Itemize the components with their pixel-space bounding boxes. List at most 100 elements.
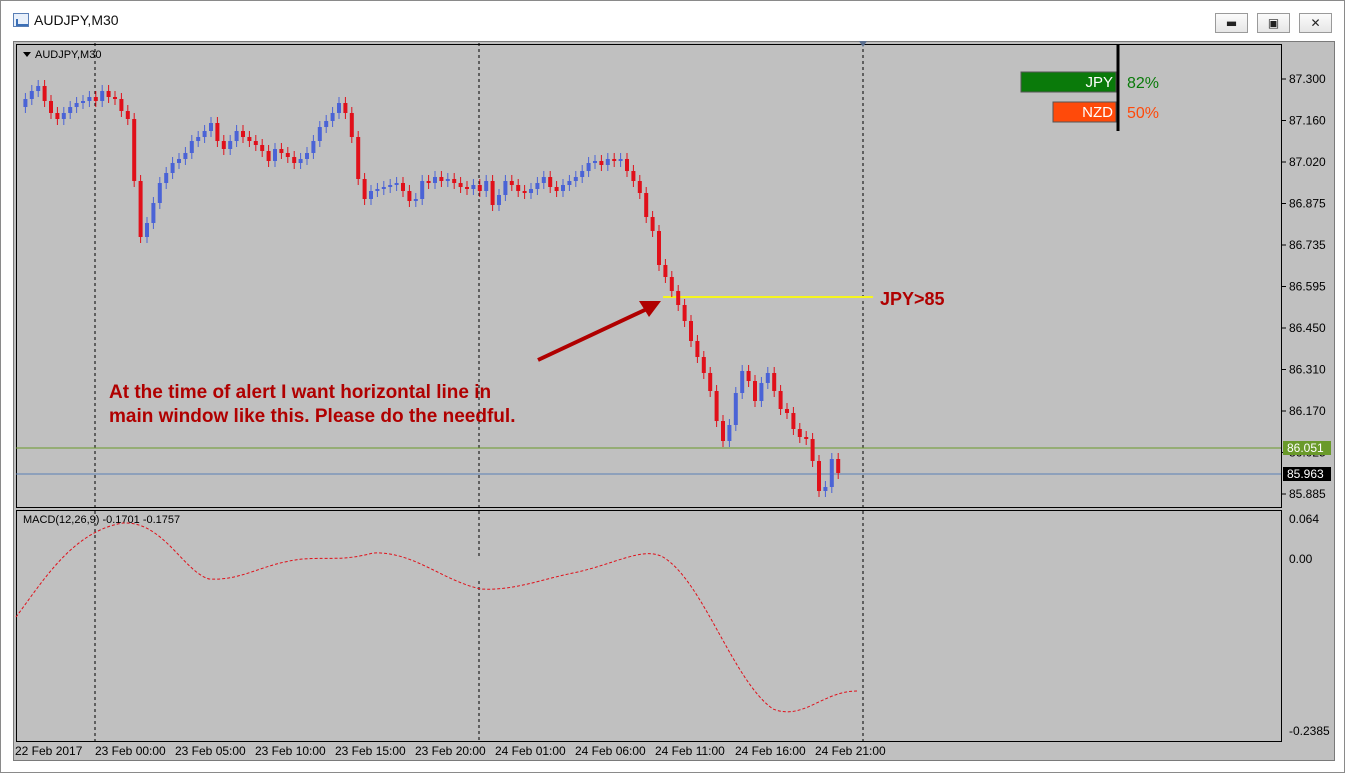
candle-body	[61, 113, 66, 119]
candle-body	[100, 91, 105, 101]
candle-body	[439, 177, 444, 181]
candle-body	[381, 187, 386, 189]
candle-body	[247, 137, 252, 141]
candle-body	[516, 185, 521, 191]
candle-body	[689, 321, 693, 341]
candle-body	[497, 195, 501, 205]
candle-body	[234, 131, 239, 141]
candle-body	[509, 181, 514, 185]
candle-body	[759, 383, 764, 401]
time-label: 24 Feb 16:00	[735, 744, 806, 758]
candle-body	[285, 153, 290, 157]
time-axis: 22 Feb 2017 23 Feb 00:00 23 Feb 05:00 23 Fe…	[15, 744, 886, 758]
candle-body	[23, 99, 28, 107]
candle-body	[407, 191, 412, 201]
candle-body	[228, 141, 233, 149]
candle-body	[586, 163, 591, 171]
candle-body	[529, 189, 533, 193]
candle-body	[676, 291, 681, 305]
candle-body	[132, 119, 137, 181]
candle-body	[477, 185, 482, 191]
candle-body	[612, 159, 617, 161]
price-tick-label: 86.735	[1289, 238, 1326, 252]
candle-body	[401, 183, 405, 191]
candle-body	[465, 187, 469, 189]
candle-body	[541, 177, 546, 183]
candle-body	[740, 371, 745, 393]
candle-body	[362, 179, 367, 199]
close-button[interactable]: ✕	[1299, 13, 1332, 33]
candle-body	[426, 181, 431, 183]
candle-body	[317, 127, 322, 141]
candle-body	[746, 371, 751, 381]
candle-body	[253, 141, 258, 145]
candle-body	[202, 131, 207, 137]
candle-body	[445, 179, 450, 181]
candle-body	[106, 91, 111, 97]
time-label: 23 Feb 15:00	[335, 744, 406, 758]
candle-body	[727, 425, 732, 441]
time-label: 24 Feb 01:00	[495, 744, 566, 758]
candle-body	[573, 177, 578, 181]
price-tick-label: 85.885	[1289, 487, 1326, 501]
candle-body	[637, 181, 642, 193]
candle-body	[42, 86, 47, 101]
nzd-strength-label: NZD	[1082, 104, 1113, 121]
time-label: 23 Feb 05:00	[175, 744, 246, 758]
candle-body	[618, 159, 623, 161]
candle-body	[580, 171, 585, 177]
macd-tick-label: 0.064	[1289, 512, 1319, 526]
candle-body	[49, 101, 53, 113]
candle-body	[490, 181, 495, 205]
candle-body	[650, 217, 655, 231]
candle-body	[829, 459, 834, 487]
candle-body	[394, 183, 399, 185]
green-level-marker-text: 86.051	[1287, 441, 1324, 455]
current-price-marker-text: 85.963	[1287, 467, 1324, 481]
candle-body	[522, 191, 527, 193]
candle-body	[221, 141, 226, 149]
candle-body	[298, 159, 303, 163]
candle-body	[177, 159, 181, 163]
candle-body	[311, 141, 316, 153]
macd-signal-line	[15, 522, 858, 713]
jpy-strength-label: JPY	[1085, 74, 1113, 91]
candle-body	[349, 113, 354, 137]
candle-body	[733, 393, 738, 425]
candle-body	[682, 305, 687, 321]
candle-body	[260, 145, 265, 151]
nzd-strength-percent: 50%	[1127, 105, 1159, 122]
candle-body	[503, 181, 508, 195]
candle-body	[772, 373, 777, 391]
chart-shift-marker-icon[interactable]	[859, 41, 867, 47]
candle-body	[388, 185, 393, 187]
chart-area[interactable]: AUDJPY,M30 MACD(12,26,9) -0.1701 -0.1757…	[13, 41, 1335, 761]
candle-body	[823, 487, 828, 491]
annotation-note-line1: At the time of alert I want horizontal l…	[109, 382, 491, 403]
minimize-button[interactable]: ▬	[1215, 13, 1248, 33]
candle-body	[196, 137, 201, 141]
candle-body	[420, 181, 425, 199]
candle-body	[125, 111, 130, 119]
candle-body	[369, 191, 373, 199]
restore-button[interactable]: ▣	[1257, 13, 1290, 33]
candle-body	[241, 131, 245, 137]
candle-body	[138, 181, 143, 237]
candle-body	[375, 189, 380, 191]
window-title: AUDJPY,M30	[34, 12, 119, 28]
candle-body	[145, 223, 149, 237]
candle-body	[113, 97, 117, 99]
candle-body	[343, 103, 348, 113]
candle-body	[330, 113, 335, 121]
currency-strength-panel: JPY 82% NZD 50%	[1020, 45, 1159, 131]
candle-body	[433, 177, 437, 183]
price-tick-label: 87.020	[1289, 155, 1326, 169]
candle-body	[669, 277, 674, 291]
candle-body	[119, 99, 124, 111]
candle-body	[93, 97, 98, 101]
candle-body	[797, 429, 802, 437]
candle-body	[413, 199, 418, 201]
candle-body	[471, 185, 476, 189]
candle-body	[458, 183, 463, 187]
candle-body	[567, 181, 572, 185]
